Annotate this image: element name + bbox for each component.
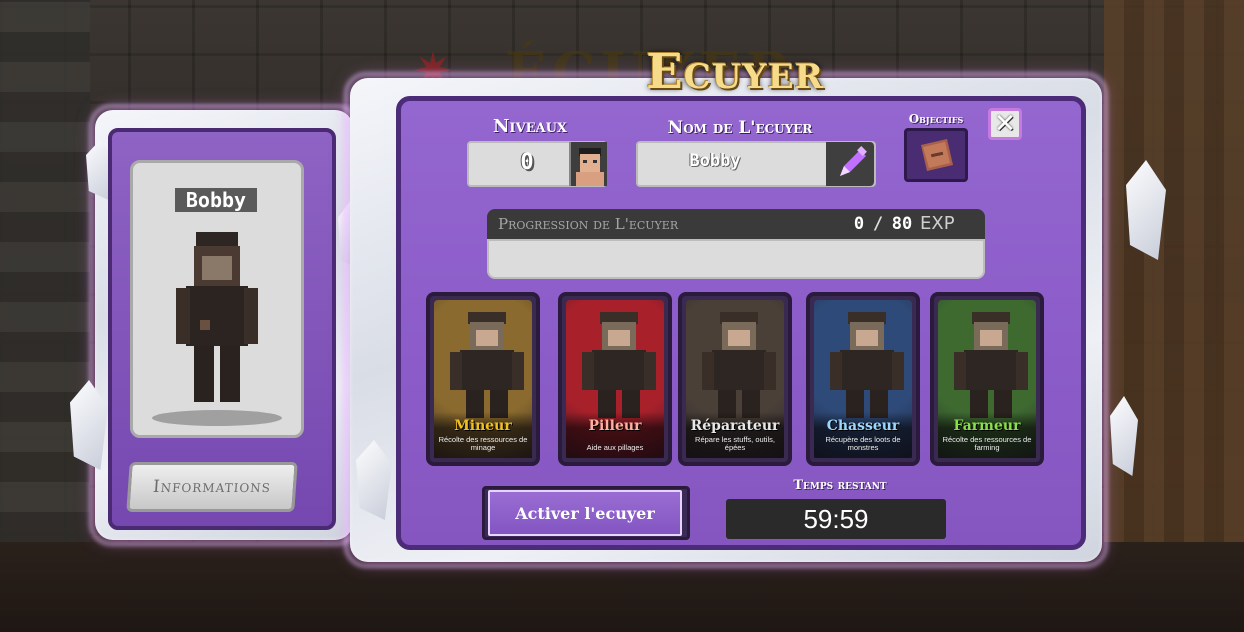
- job-title: Réparateur: [690, 418, 780, 434]
- job-title: Pilleur: [588, 418, 642, 434]
- progress-unit: EXP: [920, 213, 955, 234]
- objectives-book-icon: [921, 139, 953, 171]
- background-stone-wall: [0, 0, 90, 632]
- job-card-3[interactable]: Chasseur Récupère des loots de monstres: [806, 292, 920, 466]
- progress-max: 80: [891, 214, 913, 234]
- job-title: Mineur: [454, 418, 512, 434]
- job-card-4[interactable]: Farmeur Récolte des ressources de farming: [930, 292, 1044, 466]
- close-button[interactable]: ✕: [988, 108, 1022, 140]
- job-character-figure: [954, 312, 1028, 418]
- progress-bar: [487, 239, 985, 279]
- character-figure: [176, 232, 258, 402]
- progress-label: Progression de L'ecuyer: [498, 215, 679, 233]
- objectives-label: Objectifs: [908, 112, 964, 126]
- level-label: Niveaux: [492, 116, 568, 137]
- job-description: Répare les stuffs, outils, épées: [695, 435, 775, 452]
- job-character-figure: [830, 312, 904, 418]
- job-character-figure: [582, 312, 656, 418]
- job-description: Récolte des ressources de minage: [438, 435, 528, 452]
- job-title: Chasseur: [826, 418, 900, 434]
- squire-name-value: Bobby: [689, 151, 741, 171]
- informations-button[interactable]: Informations: [126, 462, 298, 512]
- job-description: Récupère des loots de monstres: [825, 435, 901, 452]
- progress-separator: /: [872, 214, 884, 234]
- avatar-icon: [569, 142, 607, 186]
- level-value: 0: [520, 150, 534, 175]
- window-title: Ecuyer: [646, 44, 824, 100]
- job-card-2[interactable]: Réparateur Répare les stuffs, outils, épé…: [678, 292, 792, 466]
- squire-name-label: Nom de L'ecuyer: [667, 118, 813, 138]
- job-card-1[interactable]: Pilleur Aide aux pillages: [558, 292, 672, 466]
- progress-current: 0: [853, 214, 865, 234]
- time-remaining-value: 59:59: [726, 499, 946, 539]
- character-name: Bobby: [175, 188, 257, 212]
- job-description: Aide aux pillages: [586, 443, 644, 452]
- background-wood-wall: [1104, 0, 1244, 632]
- edit-pencil-icon: [840, 146, 867, 176]
- close-icon: ✕: [994, 109, 1016, 139]
- job-title: Farmeur: [953, 418, 1021, 434]
- job-description: Récolte des ressources de farming: [942, 435, 1032, 452]
- activate-squire-button[interactable]: Activer l'ecuyer: [488, 490, 682, 536]
- job-card-0[interactable]: Mineur Récolte des ressources de minage: [426, 292, 540, 466]
- edit-name-button[interactable]: [826, 142, 874, 186]
- character-shadow: [152, 410, 282, 426]
- objectives-button[interactable]: [904, 128, 968, 182]
- time-remaining-label: Temps restant: [793, 478, 887, 493]
- job-character-figure: [450, 312, 524, 418]
- job-character-figure: [702, 312, 776, 418]
